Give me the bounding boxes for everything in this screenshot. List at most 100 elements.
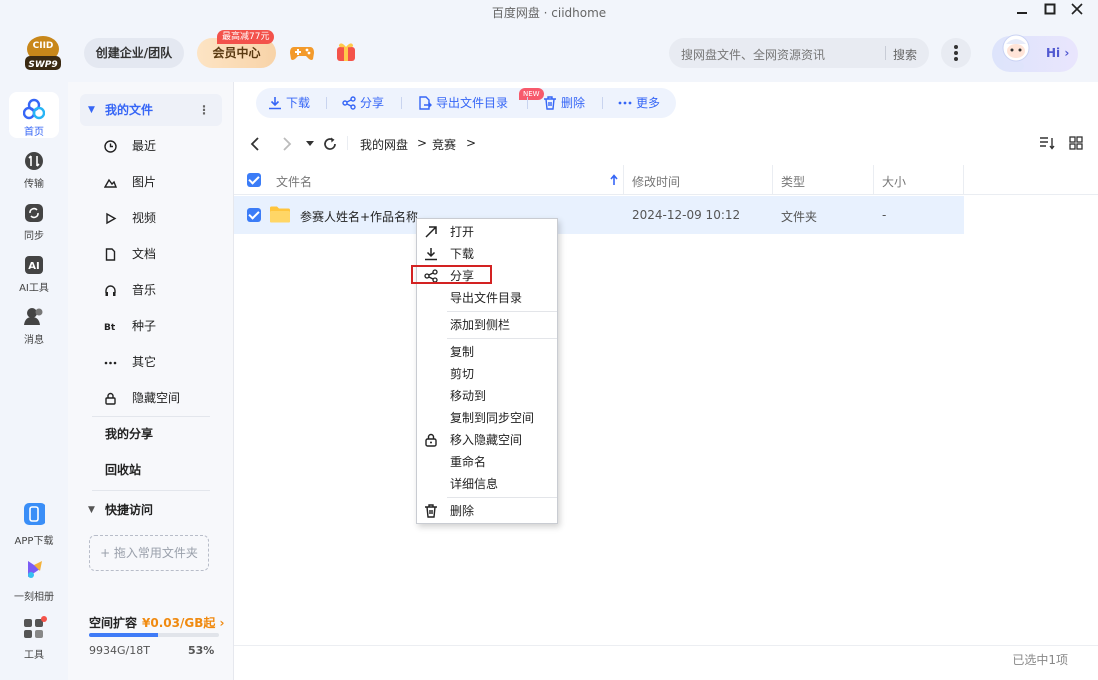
menu-item-download[interactable]: 下载 xyxy=(417,243,557,265)
menu-item-rename[interactable]: 重命名 xyxy=(417,451,557,473)
forward-arrow-icon[interactable] xyxy=(282,137,292,151)
home-icon xyxy=(23,98,45,120)
gift-icon[interactable] xyxy=(333,41,359,63)
select-all-checkbox[interactable] xyxy=(247,173,261,187)
expand-triangle-icon[interactable]: ▼ xyxy=(88,94,95,126)
game-controller-icon[interactable] xyxy=(289,44,315,62)
selection-status: 已选中1项 xyxy=(1012,653,1068,667)
sort-ascending-icon[interactable] xyxy=(609,174,619,186)
menu-item-move-to-hidden[interactable]: 移入隐藏空间 xyxy=(417,429,557,451)
sidebar-quick-access[interactable]: ▼ 快捷访问 xyxy=(80,494,222,526)
column-divider xyxy=(623,165,624,195)
nav-album-label: 一刻相册 xyxy=(14,592,54,603)
headphone-icon xyxy=(105,285,116,296)
close-icon xyxy=(1071,3,1083,15)
user-logo[interactable]: CIID SWP9 xyxy=(22,34,64,72)
more-dots-icon xyxy=(618,101,632,105)
menu-item-export-directory[interactable]: 导出文件目录 xyxy=(417,287,557,309)
quick-access-dropzone[interactable]: + 拖入常用文件夹 xyxy=(89,535,209,571)
menu-item-label: 删除 xyxy=(450,504,475,518)
nav-sync[interactable]: 同步 xyxy=(9,196,59,242)
maximize-icon xyxy=(1044,3,1056,15)
document-icon xyxy=(105,248,116,261)
column-size-header[interactable]: 大小 xyxy=(882,173,906,190)
column-name-header[interactable]: 文件名 xyxy=(276,173,312,190)
nav-app-download[interactable]: APP下载 xyxy=(9,496,59,547)
sidebar-more-icon[interactable]: ⋮ xyxy=(198,94,210,126)
sidebar-item-torrents[interactable]: Bt 种子 xyxy=(80,310,222,342)
sidebar-item-label: 文档 xyxy=(132,247,157,261)
nav-album[interactable]: 一刻相册 xyxy=(9,552,59,603)
refresh-icon[interactable] xyxy=(323,137,337,151)
column-modified-header[interactable]: 修改时间 xyxy=(632,173,680,190)
menu-item-add-to-sidebar[interactable]: 添加到侧栏 xyxy=(417,314,557,336)
sidebar-divider xyxy=(92,490,210,491)
clock-icon xyxy=(104,140,117,153)
menu-item-label: 添加到侧栏 xyxy=(450,318,511,332)
nav-messages[interactable]: 消息 xyxy=(9,300,59,346)
menu-item-label: 复制 xyxy=(450,345,475,359)
menu-item-open[interactable]: 打开 xyxy=(417,221,557,243)
more-menu-button[interactable] xyxy=(941,38,971,68)
nav-ai-label: AI工具 xyxy=(19,283,49,294)
phone-icon xyxy=(24,503,45,525)
menu-item-cut[interactable]: 剪切 xyxy=(417,363,557,385)
breadcrumb-current[interactable]: 竞赛 xyxy=(432,136,456,153)
nav-tools[interactable]: 工具 xyxy=(9,610,59,661)
minimize-icon xyxy=(1017,12,1027,14)
new-badge: NEW xyxy=(519,88,544,100)
sidebar-item-label: 其它 xyxy=(132,355,157,369)
grid-view-icon[interactable] xyxy=(1069,136,1083,150)
back-arrow-icon[interactable] xyxy=(250,137,260,151)
sync-icon xyxy=(25,204,43,222)
lock-icon xyxy=(105,392,116,405)
sidebar-item-docs[interactable]: 文档 xyxy=(80,238,222,270)
menu-item-delete[interactable]: 删除 xyxy=(417,500,557,522)
sidebar-my-share[interactable]: 我的分享 xyxy=(80,418,222,450)
search-box[interactable]: 搜网盘文件、全网资源资讯 搜索 xyxy=(669,38,929,68)
sidebar-item-other[interactable]: 其它 xyxy=(80,346,222,378)
column-divider xyxy=(963,165,964,195)
menu-separator xyxy=(447,497,557,498)
menu-item-copy-to-sync[interactable]: 复制到同步空间 xyxy=(417,407,557,429)
message-icon xyxy=(24,308,43,325)
expand-triangle-icon[interactable]: ▼ xyxy=(88,494,95,526)
search-button[interactable]: 搜索 xyxy=(893,46,917,63)
row-checkbox[interactable] xyxy=(247,208,261,222)
sidebar-my-files[interactable]: ▼ 我的文件 ⋮ xyxy=(80,94,222,126)
nav-sync-label: 同步 xyxy=(24,231,44,242)
nav-transfer[interactable]: 传输 xyxy=(9,144,59,190)
table-row[interactable]: 参赛人姓名+作品名称 2024-12-09 10:12 文件夹 - xyxy=(234,196,964,234)
search-input[interactable]: 搜网盘文件、全网资源资讯 xyxy=(681,46,825,63)
app-header: CIID SWP9 创建企业/团队 会员中心 最高减77元 搜网盘文件、全网资源… xyxy=(0,24,1098,82)
nav-home[interactable]: 首页 xyxy=(9,92,59,138)
column-type-header[interactable]: 类型 xyxy=(781,173,805,190)
menu-item-label: 剪切 xyxy=(450,367,475,381)
history-dropdown-icon[interactable] xyxy=(306,141,314,147)
sidebar-item-music[interactable]: 音乐 xyxy=(80,274,222,306)
avatar xyxy=(1002,34,1030,70)
nav-ai-tools[interactable]: AI AI工具 xyxy=(9,248,59,294)
menu-item-details[interactable]: 详细信息 xyxy=(417,473,557,495)
user-profile-button[interactable]: Hi › xyxy=(992,34,1078,72)
menu-item-copy[interactable]: 复制 xyxy=(417,341,557,363)
minimize-button[interactable] xyxy=(1013,3,1031,21)
sidebar-item-recent[interactable]: 最近 xyxy=(80,130,222,162)
sidebar-item-videos[interactable]: 视频 xyxy=(80,202,222,234)
sidebar-item-hidden-space[interactable]: 隐藏空间 xyxy=(80,382,222,414)
sort-icon[interactable] xyxy=(1039,136,1055,150)
row-name[interactable]: 参赛人姓名+作品名称 xyxy=(300,208,418,225)
kebab-dot xyxy=(954,57,958,61)
menu-item-move-to[interactable]: 移动到 xyxy=(417,385,557,407)
create-team-button[interactable]: 创建企业/团队 xyxy=(84,38,184,68)
sidebar-recycle-bin[interactable]: 回收站 xyxy=(80,454,222,486)
breadcrumb-root[interactable]: 我的网盘 xyxy=(360,136,408,153)
svg-text:SWP9: SWP9 xyxy=(28,60,57,70)
trash-icon xyxy=(425,504,437,518)
svg-text:Bt: Bt xyxy=(104,323,116,333)
storage-percent-text: 53% xyxy=(188,644,215,657)
close-button[interactable] xyxy=(1068,3,1086,21)
sidebar-item-images[interactable]: 图片 xyxy=(80,166,222,198)
maximize-button[interactable] xyxy=(1041,3,1059,21)
window-title: 百度网盘 · ciidhome xyxy=(491,6,607,20)
